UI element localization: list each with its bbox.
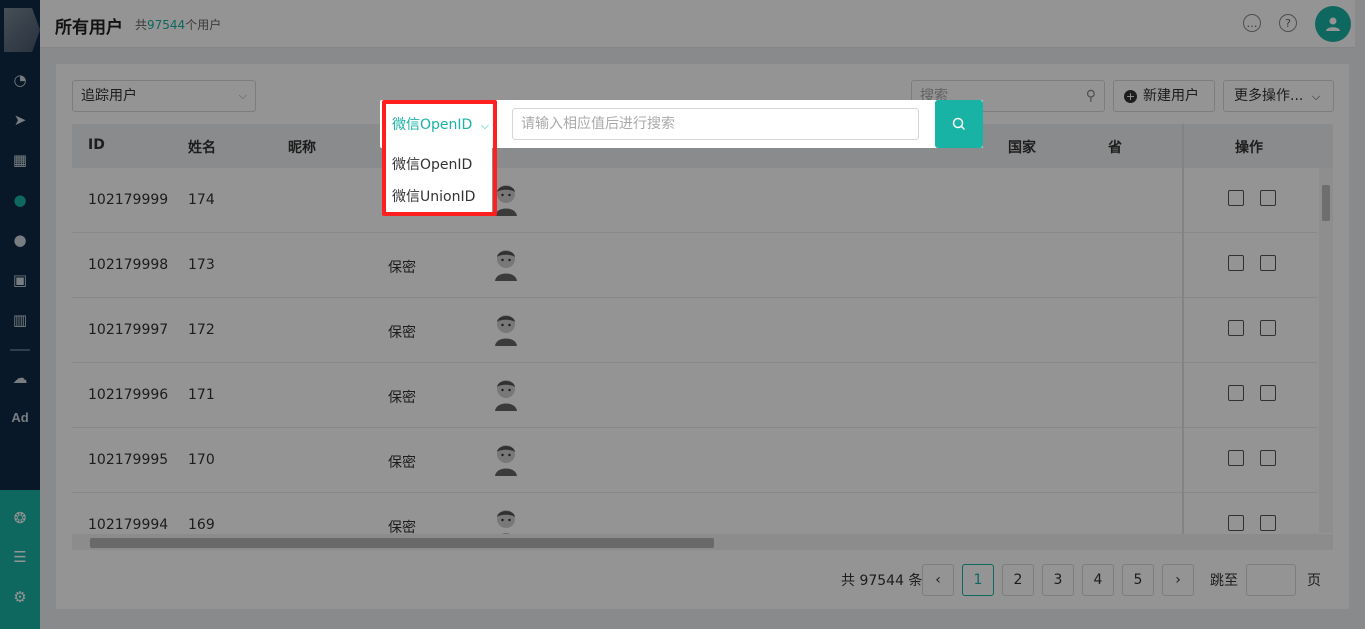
search-icon	[952, 117, 966, 131]
search-submit-button[interactable]	[935, 100, 983, 148]
highlight-box	[382, 100, 497, 216]
modal-overlay[interactable]	[0, 0, 1365, 629]
keyword-search-input[interactable]: 请输入相应值后进行搜索	[512, 108, 919, 140]
keyword-placeholder: 请输入相应值后进行搜索	[521, 116, 675, 132]
